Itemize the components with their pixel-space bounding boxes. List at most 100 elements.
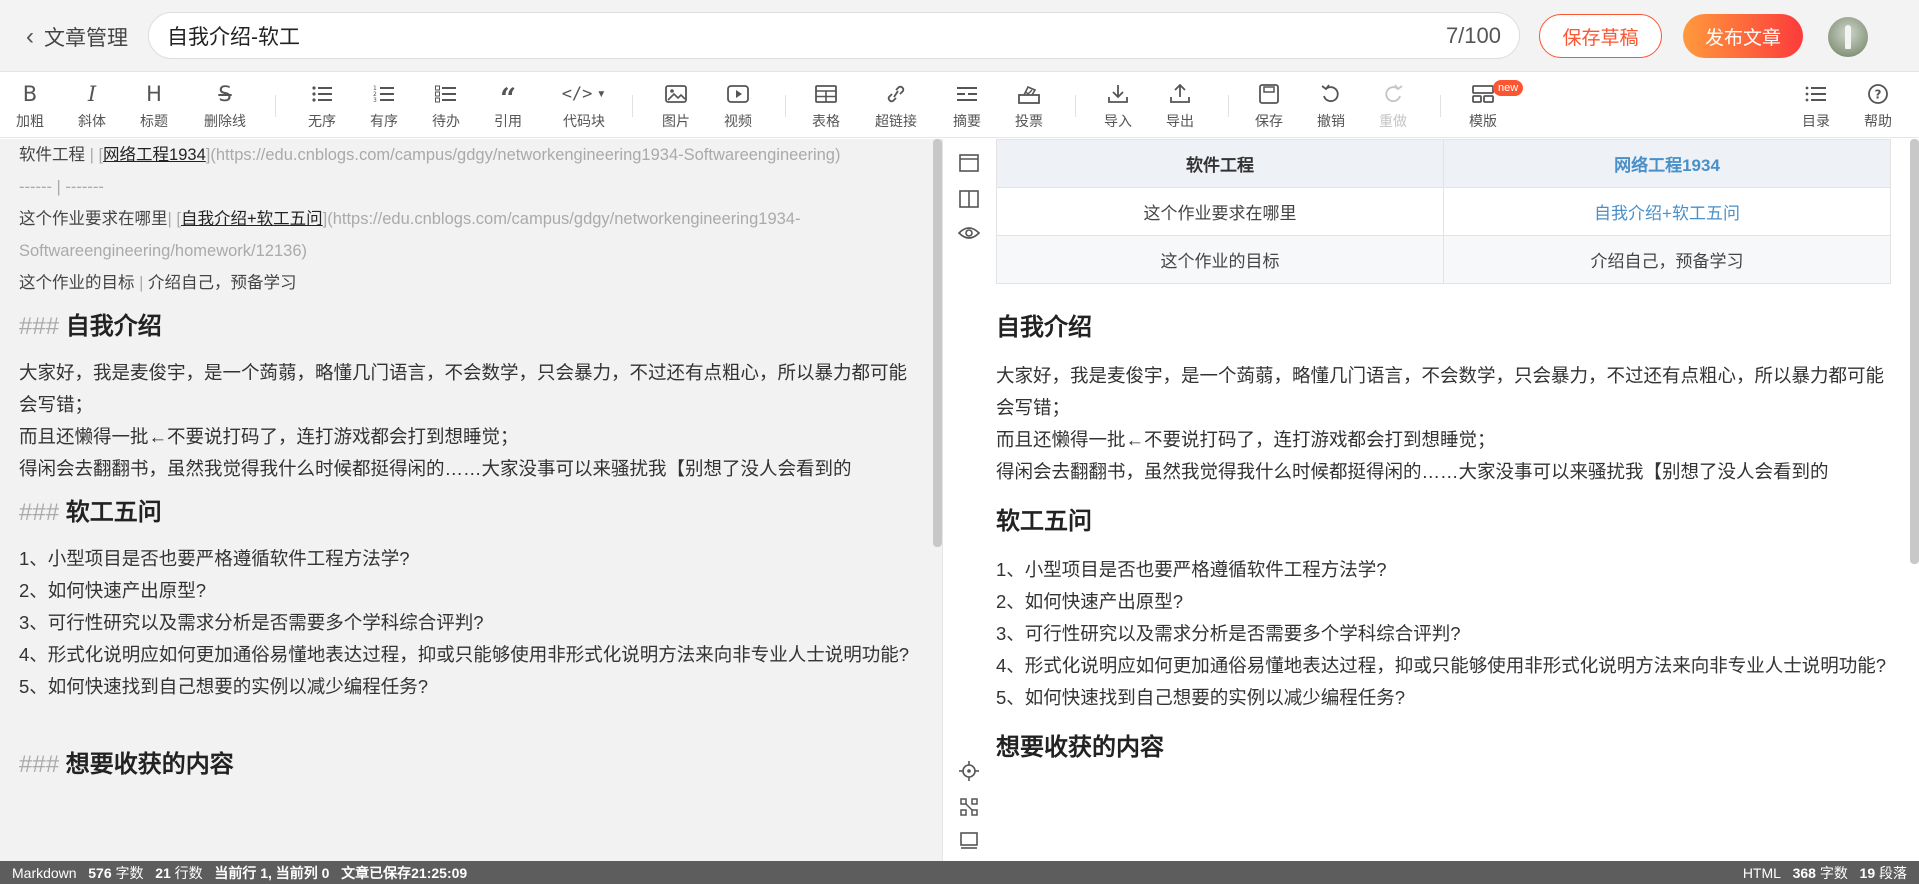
- md-syntax: |: [134, 274, 148, 292]
- sync-scroll-icon[interactable]: [957, 795, 981, 819]
- image-label: 图片: [662, 113, 690, 129]
- code-block-label: 代码块: [563, 113, 605, 129]
- save-draft-button[interactable]: 保存草稿: [1539, 14, 1662, 58]
- preview-body: 自我介绍 大家好，我是麦俊宇，是一个蒟蒻，略懂几门语言，不会数学，只会暴力，不过…: [996, 308, 1896, 780]
- md-heading-text: 软工五问: [65, 499, 162, 526]
- table-header-cell: 网络工程1934: [1443, 139, 1891, 188]
- md-paragraph: 而且还懒得一批←不要说打码了，连打游戏都会打到想睡觉；: [19, 426, 519, 447]
- upload-icon: [1169, 79, 1191, 109]
- md-paragraph: 2、如何快速产出原型?: [19, 580, 207, 601]
- code-block-button[interactable]: </> ▼ 代码块: [553, 79, 615, 133]
- ordered-list-icon: 123: [373, 79, 395, 109]
- editor-toolbar: B 加粗 I 斜体 H 标题 S 删除线 无序 123 有序 待办 “ 引用 <…: [0, 73, 1919, 138]
- toolbar-divider: [1075, 95, 1076, 117]
- toolbar-divider: [632, 95, 633, 117]
- editor-scrollbar[interactable]: [933, 139, 942, 547]
- table-button[interactable]: 表格: [800, 79, 852, 133]
- title-input[interactable]: [167, 23, 1446, 48]
- status-html-char-unit: 字数: [1819, 864, 1848, 881]
- italic-icon: I: [87, 82, 97, 106]
- md-syntax: ###: [19, 751, 60, 778]
- toc-button[interactable]: 目录: [1790, 79, 1842, 133]
- import-button[interactable]: 导入: [1092, 79, 1144, 133]
- video-icon: [727, 79, 749, 109]
- title-char-count: 7/100: [1445, 22, 1501, 48]
- md-paragraph: 大家好，我是麦俊宇，是一个蒟蒻，略懂几门语言，不会数学，只会暴力，不过还有点粗心…: [19, 362, 908, 415]
- md-paragraph: 5、如何快速找到自己想要的实例以减少编程任务?: [19, 676, 429, 697]
- editor-only-view-icon[interactable]: [957, 151, 981, 175]
- md-heading: ### 想要收获的内容: [19, 743, 922, 787]
- strikethrough-icon: S: [218, 82, 232, 106]
- summary-button[interactable]: 摘要: [941, 79, 993, 133]
- video-label: 视频: [724, 113, 752, 129]
- md-paragraph: 1、小型项目是否也要严格遵循软件工程方法学?: [19, 548, 410, 569]
- md-paragraph: 3、可行性研究以及需求分析是否需要多个学科综合评判?: [19, 612, 484, 633]
- template-icon: [1472, 79, 1494, 109]
- preview-link[interactable]: 自我介绍+软工五问: [1594, 204, 1740, 223]
- md-syntax: | [: [85, 146, 104, 164]
- italic-button[interactable]: I 斜体: [66, 79, 118, 133]
- export-button[interactable]: 导出: [1154, 79, 1206, 133]
- svg-text:3: 3: [373, 97, 377, 104]
- strikethrough-button[interactable]: S 删除线: [199, 79, 251, 133]
- md-paragraph: 4、形式化说明应如何更加通俗易懂地表达过程，抑或只能够使用非形式化说明方法来向非…: [19, 644, 910, 665]
- template-label: 模版: [1469, 113, 1497, 129]
- quote-button[interactable]: “ 引用: [482, 79, 534, 133]
- table-cell: 这个作业的目标: [996, 235, 1444, 284]
- undo-button[interactable]: 撤销: [1305, 79, 1357, 133]
- md-text: 这个作业的目标: [19, 274, 135, 292]
- heading-icon: H: [146, 82, 162, 106]
- redo-button[interactable]: 重做: [1367, 79, 1419, 133]
- bold-icon: B: [22, 82, 38, 106]
- chevron-left-icon: ‹: [26, 23, 34, 50]
- preview-paragraph: 大家好，我是麦俊宇，是一个蒟蒻，略懂几门语言，不会数学，只会暴力，不过还有点粗心…: [996, 365, 1885, 418]
- undo-icon: [1320, 79, 1342, 109]
- unordered-list-icon: [311, 79, 333, 109]
- preview-scrollbar[interactable]: [1910, 139, 1919, 564]
- image-button[interactable]: 图片: [650, 79, 702, 133]
- preview-heading: 软工五问: [996, 508, 1092, 535]
- md-link-text: 自我介绍+软工五问: [180, 210, 323, 228]
- save-button[interactable]: 保存: [1243, 79, 1295, 133]
- fullscreen-monitor-icon[interactable]: [957, 829, 981, 853]
- back-to-article-management[interactable]: ‹ 文章管理: [26, 22, 128, 52]
- split-view-icon[interactable]: [957, 187, 981, 211]
- italic-label: 斜体: [78, 113, 106, 129]
- preview-heading: 想要收获的内容: [996, 734, 1164, 761]
- toolbar-divider: [275, 95, 276, 117]
- publish-button[interactable]: 发布文章: [1683, 14, 1803, 58]
- markdown-editor[interactable]: 软件工程 | [网络工程1934](https://edu.cnblogs.co…: [0, 139, 942, 861]
- heading-button[interactable]: H 标题: [128, 79, 180, 133]
- preview-table: 软件工程 网络工程1934 这个作业要求在哪里 自我介绍+软工五问 这个作业的目…: [996, 139, 1891, 284]
- unordered-list-button[interactable]: 无序: [296, 79, 348, 133]
- quote-label: 引用: [494, 113, 522, 129]
- hyperlink-label: 超链接: [875, 113, 917, 129]
- md-text: 介绍自己，预备学习: [147, 274, 297, 292]
- undo-label: 撤销: [1317, 113, 1345, 129]
- md-text: 软件工程: [19, 146, 85, 164]
- preview-paragraph: 1、小型项目是否也要严格遵循软件工程方法学?: [996, 559, 1387, 580]
- hyperlink-button[interactable]: 超链接: [870, 79, 922, 133]
- strikethrough-label: 删除线: [204, 113, 246, 129]
- summary-icon: [956, 79, 978, 109]
- toc-label: 目录: [1802, 113, 1830, 129]
- preview-eye-icon[interactable]: [957, 221, 981, 245]
- video-button[interactable]: 视频: [712, 79, 764, 133]
- summary-label: 摘要: [953, 113, 981, 129]
- table-label: 表格: [812, 113, 840, 129]
- bold-button[interactable]: B 加粗: [4, 79, 56, 133]
- ordered-list-button[interactable]: 123 有序: [358, 79, 410, 133]
- help-button[interactable]: ? 帮助: [1852, 79, 1904, 133]
- avatar[interactable]: [1828, 17, 1868, 57]
- link-icon: [885, 79, 907, 109]
- unordered-list-label: 无序: [308, 113, 336, 129]
- chevron-down-icon: ▼: [596, 88, 607, 100]
- save-label: 保存: [1255, 113, 1283, 129]
- preview-paragraph: 5、如何快速找到自己想要的实例以减少编程任务?: [996, 687, 1406, 708]
- todo-list-button[interactable]: 待办: [420, 79, 472, 133]
- md-heading: ### 软工五问: [19, 491, 922, 535]
- locate-crosshair-icon[interactable]: [957, 759, 981, 783]
- preview-link[interactable]: 网络工程1934: [1614, 156, 1720, 175]
- md-url: ](https://edu.cnblogs.com/campus/gdgy/ne…: [205, 146, 841, 164]
- vote-button[interactable]: 投票: [1003, 79, 1055, 133]
